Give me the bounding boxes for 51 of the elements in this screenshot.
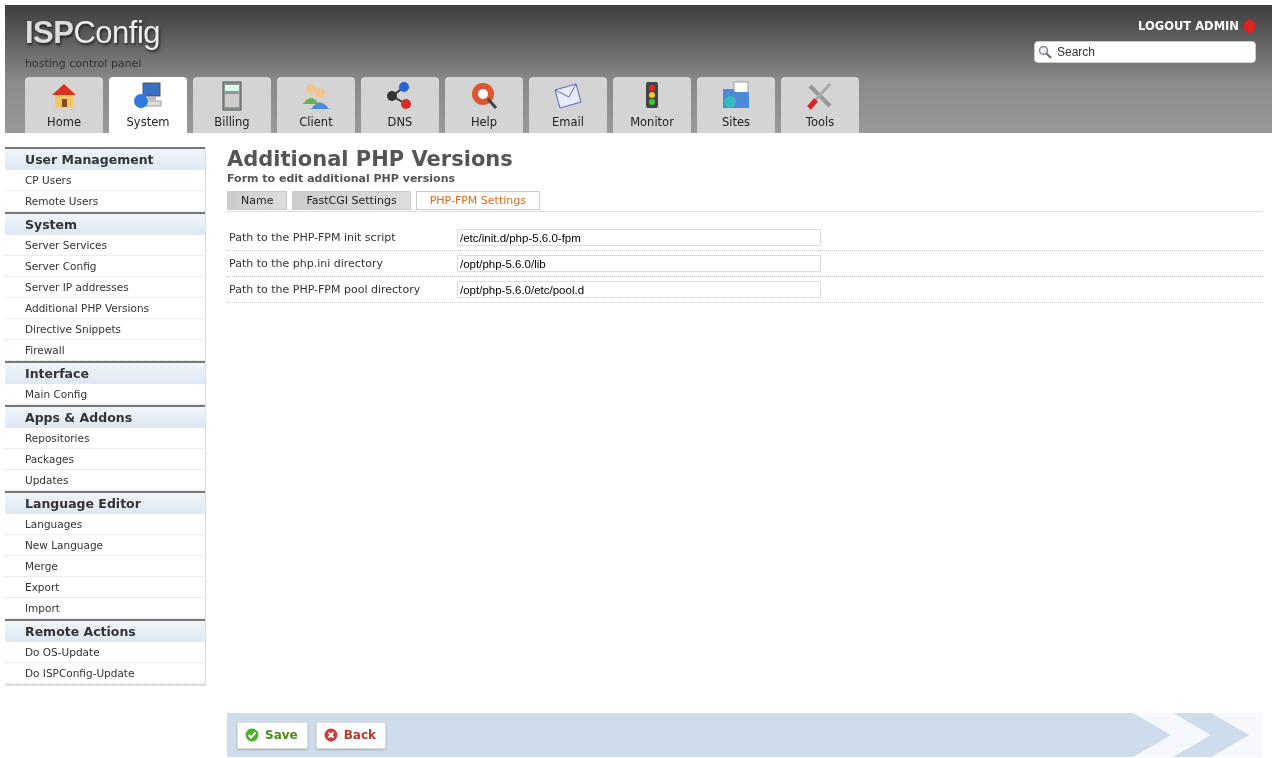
nav-tab[interactable]: DNS	[361, 77, 439, 133]
nav-tab[interactable]: Billing	[193, 77, 271, 133]
sidebar-item[interactable]: Merge	[5, 556, 205, 577]
sidebar-item[interactable]: Server Config	[5, 256, 205, 277]
sidebar-item[interactable]: Packages	[5, 449, 205, 470]
nav-tab[interactable]: Client	[277, 77, 355, 133]
page-subtitle: Form to edit additional PHP versions	[227, 172, 457, 185]
input-field[interactable]: /opt/php-5.6.0/etc/pool.d	[457, 281, 821, 298]
sidebar-item[interactable]: Export	[5, 577, 205, 598]
sidebar-heading: Interface	[5, 361, 205, 384]
input-field[interactable]: /etc/init.d/php-5.6.0-fpm	[457, 229, 821, 246]
search-field[interactable]: Search	[1034, 41, 1256, 63]
logout-link[interactable]: LOGOUT ADMIN	[1138, 19, 1256, 33]
search-icon	[1038, 45, 1052, 59]
sidebar-item[interactable]: New Language	[5, 535, 205, 556]
sidebar-heading: Language Editor	[5, 491, 205, 514]
sidebar-item[interactable]: Do OS-Update	[5, 642, 205, 663]
sidebar-item[interactable]: Server Services	[5, 235, 205, 256]
form-tab[interactable]: FastCGI Settings	[292, 191, 411, 210]
nav-tab[interactable]: Tools	[781, 77, 859, 133]
nav-tab[interactable]: Help	[445, 77, 523, 133]
sidebar-item[interactable]: CP Users	[5, 170, 205, 191]
back-button[interactable]: Back	[315, 721, 387, 749]
form-tab[interactable]: PHP-FPM Settings	[415, 191, 540, 210]
page-title: Additional PHP Versions	[227, 147, 514, 171]
save-button[interactable]: Save	[237, 721, 308, 749]
nav-tab[interactable]: Monitor	[613, 77, 691, 133]
envelope-icon	[552, 80, 584, 112]
sidebar-heading: System	[5, 212, 205, 235]
sidebar-item[interactable]: Directive Snippets	[5, 319, 205, 340]
field-label: Path to the PHP-FPM pool directory	[228, 283, 422, 296]
sidebar-item[interactable]: Languages	[5, 514, 205, 535]
sidebar-item[interactable]: Do ISPConfig-Update	[5, 663, 205, 684]
tagline: hosting control panel	[25, 57, 143, 70]
sidebar-heading: User Management	[5, 147, 205, 170]
input-field[interactable]: /opt/php-5.6.0/lib	[457, 255, 821, 272]
sidebar-heading: Remote Actions	[5, 619, 205, 642]
nav-tab[interactable]: Home	[25, 77, 103, 133]
check-icon	[245, 727, 259, 742]
nav-tab[interactable]: Sites	[697, 77, 775, 133]
nav-tab[interactable]: System	[109, 77, 187, 133]
logo: ISPConfig	[25, 15, 161, 51]
sidebar-heading: Apps & Addons	[5, 405, 205, 428]
sidebar-item[interactable]: Additional PHP Versions	[5, 298, 205, 319]
form-tab[interactable]: Name	[227, 191, 288, 210]
nav-tab[interactable]: Email	[529, 77, 607, 133]
field-label: Path to the PHP-FPM init script	[228, 231, 397, 244]
cross-icon	[323, 727, 338, 742]
field-label: Path to the php.ini directory	[228, 257, 384, 270]
sidebar-item[interactable]: Server IP addresses	[5, 277, 205, 298]
sidebar-item[interactable]: Repositories	[5, 428, 205, 449]
